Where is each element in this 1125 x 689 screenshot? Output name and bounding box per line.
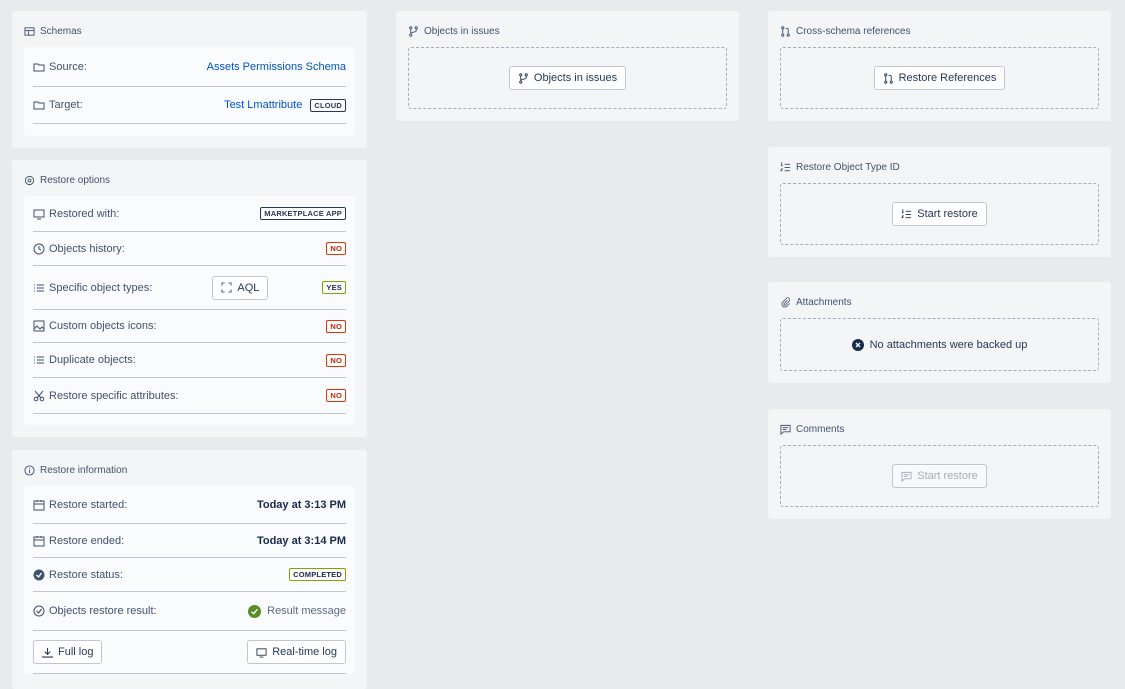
ordered-list-icon: [780, 162, 791, 171]
comment-icon: [780, 424, 791, 435]
scissors-icon: [33, 390, 45, 401]
table-icon: [24, 26, 35, 36]
restore-ended-value: Today at 3:14 PM: [256, 534, 346, 547]
folder-icon: [33, 63, 45, 71]
specific-object-types-row: Specific object types: AQL YES: [33, 266, 346, 310]
error-icon: [851, 338, 864, 351]
restore-information-card: Restore information Restore started: Tod…: [12, 450, 367, 689]
no-badge: NO: [326, 389, 346, 402]
realtime-log-button[interactable]: Real-time log: [247, 640, 346, 664]
calendar-icon: [33, 499, 45, 510]
objects-restore-result-row: Objects restore result: Result message: [33, 592, 346, 631]
objects-history-row: Objects history: NO: [33, 232, 346, 266]
ordered-list-icon: [901, 209, 912, 218]
attachments-card: Attachments No attachments were backed u…: [768, 282, 1111, 383]
schemas-title-text: Schemas: [40, 25, 82, 37]
branch-icon: [409, 25, 418, 37]
paperclip-icon: [781, 296, 791, 307]
objects-in-issues-button[interactable]: Objects in issues: [508, 66, 627, 90]
check-circle-outline-icon: [33, 605, 45, 617]
completed-badge: COMPLETED: [289, 568, 346, 581]
cross-schema-card: Cross-schema references Restore Referenc…: [768, 11, 1111, 121]
download-icon: [42, 647, 53, 658]
schemas-inner: Source: Assets Permissions Schema Target…: [24, 47, 355, 136]
image-icon: [33, 320, 45, 332]
restore-object-type-id-card: Restore Object Type ID Start restore: [768, 147, 1111, 257]
restore-information-title: Restore information: [24, 462, 355, 478]
attachments-area: No attachments were backed up: [780, 318, 1099, 371]
success-icon: [248, 604, 262, 618]
check-circle-icon: [33, 569, 45, 580]
restore-options-title: Restore options: [24, 172, 355, 188]
cross-schema-area: Restore References: [780, 47, 1099, 109]
schemas-title: Schemas: [24, 23, 355, 39]
comments-card: Comments Start restore: [768, 409, 1111, 519]
pull-request-icon: [883, 72, 893, 84]
start-restore-comments-button[interactable]: Start restore: [892, 464, 987, 488]
source-link[interactable]: Assets Permissions Schema: [207, 61, 346, 73]
restore-options-inner: Restored with: MARKETPLACE APP Objects h…: [24, 196, 355, 425]
restore-options-card: Restore options Restored with: MARKETPLA…: [12, 160, 367, 437]
cloud-badge: CLOUD: [310, 98, 346, 112]
comments-area: Start restore: [780, 445, 1099, 507]
target-link[interactable]: Test Lmattribute: [224, 99, 302, 111]
folder-icon: [33, 101, 45, 110]
source-label: Source:: [49, 60, 87, 73]
restore-status-row: Restore status: COMPLETED: [33, 558, 346, 592]
monitor-icon: [256, 647, 267, 658]
clock-icon: [33, 243, 45, 254]
yes-badge: YES: [322, 281, 346, 294]
restore-references-button[interactable]: Restore References: [873, 66, 1006, 90]
target-label: Target:: [49, 99, 83, 111]
specific-attributes-row: Restore specific attributes: NO: [33, 378, 346, 414]
target-row: Target: Test Lmattribute CLOUD: [33, 87, 346, 124]
restore-ended-row: Restore ended: Today at 3:14 PM: [33, 524, 346, 558]
restore-started-row: Restore started: Today at 3:13 PM: [33, 486, 346, 524]
full-log-button[interactable]: Full log: [33, 640, 103, 664]
log-buttons-row: Full log Real-time log: [33, 631, 346, 674]
custom-icons-row: Custom objects icons: NO: [33, 310, 346, 343]
aql-button[interactable]: AQL: [212, 275, 269, 300]
objects-in-issues-card: Objects in issues Objects in issues: [396, 11, 739, 121]
duplicate-objects-row: Duplicate objects: NO: [33, 343, 346, 378]
calendar-icon: [33, 535, 45, 546]
result-message[interactable]: Result message: [248, 604, 346, 618]
start-restore-type-id-button[interactable]: Start restore: [892, 202, 987, 226]
expand-icon: [221, 282, 232, 293]
restore-type-id-area: Start restore: [780, 183, 1099, 245]
comment-icon: [901, 471, 912, 482]
branch-icon: [519, 72, 528, 84]
restore-started-value: Today at 3:13 PM: [256, 498, 346, 511]
schemas-card: Schemas Source: Assets Permissions Schem…: [12, 11, 367, 148]
pull-request-icon: [781, 25, 790, 37]
objects-in-issues-area: Objects in issues: [408, 47, 727, 109]
restored-with-row: Restored with: MARKETPLACE APP: [33, 196, 346, 232]
no-attachments-message: No attachments were backed up: [869, 338, 1028, 351]
monitor-icon: [33, 209, 45, 219]
list-icon: [34, 284, 44, 291]
no-badge: NO: [326, 353, 346, 367]
list-icon: [34, 356, 44, 364]
no-badge: NO: [326, 319, 346, 333]
no-badge: NO: [326, 242, 346, 255]
source-row: Source: Assets Permissions Schema: [33, 47, 346, 87]
info-icon: [24, 464, 35, 476]
restore-information-inner: Restore started: Today at 3:13 PM Restor…: [24, 486, 355, 674]
marketplace-badge: MARKETPLACE APP: [260, 207, 346, 220]
gear-icon: [24, 175, 35, 185]
